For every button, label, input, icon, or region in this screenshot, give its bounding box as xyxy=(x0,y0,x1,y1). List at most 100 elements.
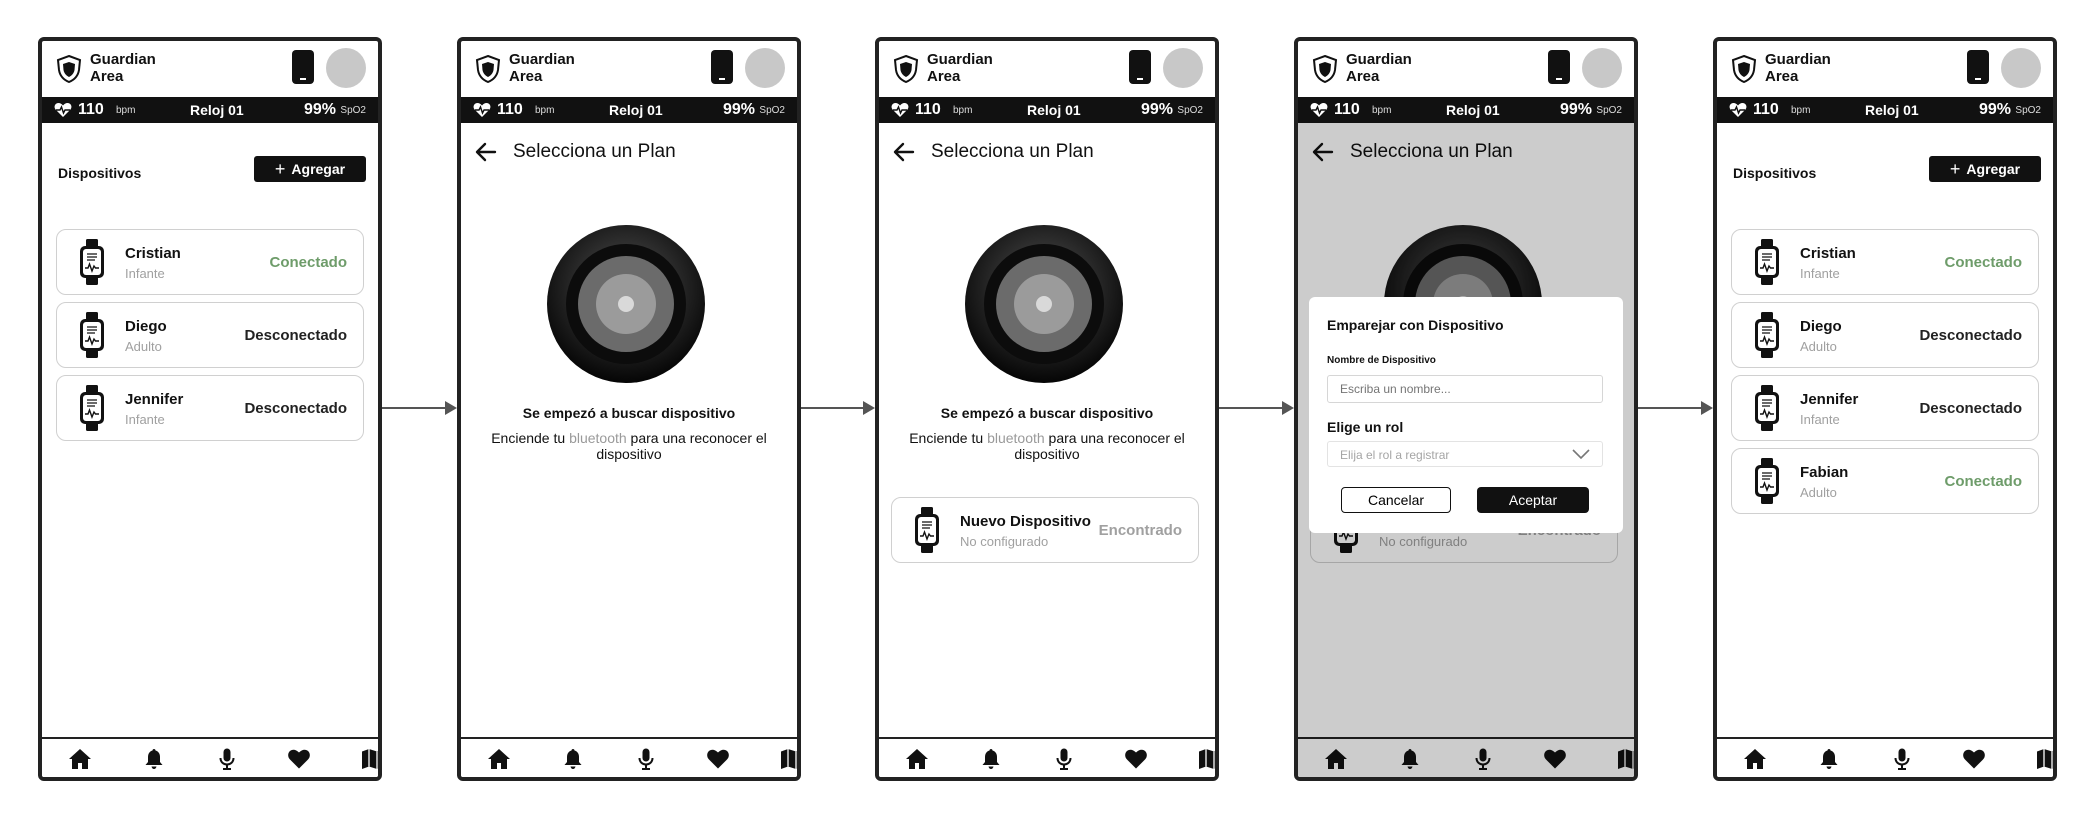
add-device-button[interactable]: + Agregar xyxy=(1929,156,2041,182)
brand-name: Guardian Area xyxy=(927,51,993,85)
microphone-icon[interactable] xyxy=(634,747,658,771)
heart-icon[interactable] xyxy=(287,747,311,771)
spo2-value: 99% xyxy=(1559,101,1592,118)
page-title: Selecciona un Plan xyxy=(513,141,676,162)
map-icon[interactable] xyxy=(1198,747,1219,771)
bpm-value: 110 xyxy=(1753,101,1779,118)
search-title: Se empezó a buscar dispositivo xyxy=(522,405,736,421)
smartwatch-icon xyxy=(80,385,104,431)
new-device-card[interactable]: Nuevo Dispositivo No configurado Encontr… xyxy=(891,497,1199,563)
role-select-placeholder: Elija el rol a registrar xyxy=(1340,448,1450,462)
add-label: Agregar xyxy=(1966,161,2021,177)
device-status: Conectado xyxy=(1944,254,2022,271)
screen-searching: Guardian Area 110 bpm Reloj 01 99% SpO2 S… xyxy=(457,37,801,781)
device-name: Cristian xyxy=(1800,245,1856,262)
avatar[interactable] xyxy=(1163,48,1203,88)
device-role: Infante xyxy=(1800,266,1840,281)
phone-icon[interactable] xyxy=(292,50,314,84)
role-select[interactable]: Elija el rol a registrar xyxy=(1327,441,1603,467)
screen-devices-list-updated: Guardian Area 110 bpm Reloj 01 99% SpO2 D… xyxy=(1713,37,2057,781)
heart-rate-icon xyxy=(1310,103,1328,117)
heart-rate-icon xyxy=(891,103,909,117)
device-status: Desconectado xyxy=(244,400,347,417)
home-icon[interactable] xyxy=(905,747,929,771)
back-arrow-icon[interactable] xyxy=(475,141,497,163)
bell-icon[interactable] xyxy=(142,747,166,771)
spo2-value: 99% xyxy=(1140,101,1173,118)
dialog-title: Emparejar con Dispositivo xyxy=(1327,317,1504,333)
add-device-button[interactable]: + Agregar xyxy=(254,156,366,182)
bottom-nav xyxy=(1717,737,2053,777)
back-arrow-icon[interactable] xyxy=(893,141,915,163)
home-icon[interactable] xyxy=(68,747,92,771)
home-icon[interactable] xyxy=(1743,747,1767,771)
bpm-value: 110 xyxy=(78,101,104,118)
avatar[interactable] xyxy=(2001,48,2041,88)
devices-title: Dispositivos xyxy=(1733,165,1817,181)
bottom-nav xyxy=(879,737,1215,777)
vitals-statusbar: 110 bpm Reloj 01 99% SpO2 xyxy=(879,97,1215,123)
map-icon[interactable] xyxy=(780,747,801,771)
brand-name: Guardian Area xyxy=(1765,51,1831,85)
smartwatch-icon xyxy=(1755,239,1779,285)
device-card[interactable]: Jennifer Infante Desconectado xyxy=(1731,375,2039,441)
avatar[interactable] xyxy=(745,48,785,88)
heart-icon[interactable] xyxy=(706,747,730,771)
home-icon[interactable] xyxy=(487,747,511,771)
device-status: Desconectado xyxy=(244,327,347,344)
device-name: Jennifer xyxy=(125,391,184,408)
spo2-unit: SpO2 xyxy=(1596,105,1622,116)
map-icon[interactable] xyxy=(2036,747,2057,771)
device-card[interactable]: Diego Adulto Desconectado xyxy=(56,302,364,368)
spo2-unit: SpO2 xyxy=(759,105,785,116)
flow-arrow xyxy=(1638,401,1713,415)
phone-icon[interactable] xyxy=(1129,50,1151,84)
smartwatch-icon xyxy=(1755,312,1779,358)
device-card[interactable]: Cristian Infante Conectado xyxy=(1731,229,2039,295)
device-role: Adulto xyxy=(1800,485,1837,500)
cancel-button[interactable]: Cancelar xyxy=(1341,487,1451,513)
heart-icon[interactable] xyxy=(1124,747,1148,771)
phone-icon[interactable] xyxy=(1967,50,1989,84)
app-header: Guardian Area xyxy=(461,41,797,97)
device-card[interactable]: Diego Adulto Desconectado xyxy=(1731,302,2039,368)
bell-icon[interactable] xyxy=(561,747,585,771)
microphone-icon[interactable] xyxy=(215,747,239,771)
device-role: Infante xyxy=(125,412,165,427)
brand-name: Guardian Area xyxy=(90,51,156,85)
bell-icon[interactable] xyxy=(979,747,1003,771)
flow-arrow xyxy=(1219,401,1294,415)
avatar[interactable] xyxy=(326,48,366,88)
plus-icon: + xyxy=(274,159,286,179)
flow-arrow xyxy=(382,401,457,415)
app-header: Guardian Area xyxy=(42,41,378,97)
device-name-input[interactable] xyxy=(1327,375,1603,403)
device-status: Conectado xyxy=(269,254,347,271)
microphone-icon[interactable] xyxy=(1052,747,1076,771)
accept-button[interactable]: Aceptar xyxy=(1477,487,1589,513)
vitals-statusbar: 110 bpm Reloj 01 99% SpO2 xyxy=(42,97,378,123)
heart-icon[interactable] xyxy=(1962,747,1986,771)
plus-icon: + xyxy=(1949,159,1961,179)
avatar[interactable] xyxy=(1582,48,1622,88)
bpm-unit: bpm xyxy=(953,105,973,116)
vitals-statusbar: 110 bpm Reloj 01 99% SpO2 xyxy=(1717,97,2053,123)
vitals-statusbar: 110 bpm Reloj 01 99% SpO2 xyxy=(461,97,797,123)
device-card[interactable]: Jennifer Infante Desconectado xyxy=(56,375,364,441)
bpm-unit: bpm xyxy=(116,105,136,116)
device-card[interactable]: Fabian Adulto Conectado xyxy=(1731,448,2039,514)
device-name: Diego xyxy=(125,318,167,335)
map-icon[interactable] xyxy=(361,747,382,771)
screen-device-found: Guardian Area 110 bpm Reloj 01 99% SpO2 S… xyxy=(875,37,1219,781)
device-name: Fabian xyxy=(1800,464,1849,481)
device-card[interactable]: Cristian Infante Conectado xyxy=(56,229,364,295)
bell-icon[interactable] xyxy=(1817,747,1841,771)
phone-icon[interactable] xyxy=(1548,50,1570,84)
phone-icon[interactable] xyxy=(711,50,733,84)
flow-arrow xyxy=(801,401,875,415)
bluetooth-scanner-icon xyxy=(965,225,1123,383)
bpm-unit: bpm xyxy=(1372,105,1392,116)
heart-rate-icon xyxy=(473,103,491,117)
spo2-value: 99% xyxy=(303,101,336,118)
microphone-icon[interactable] xyxy=(1890,747,1914,771)
